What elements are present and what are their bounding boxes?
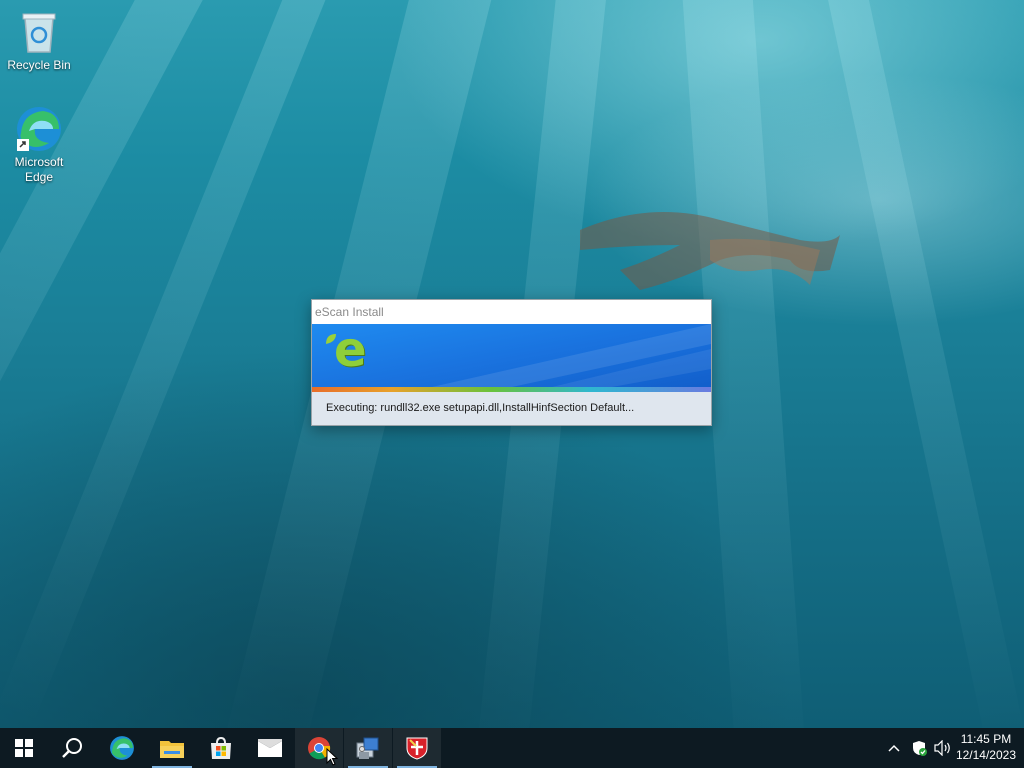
taskbar-mail-button[interactable]: [246, 728, 294, 768]
windows-security-icon: [913, 741, 927, 756]
clock-date: 12/14/2023: [955, 748, 1016, 762]
microsoft-edge-shortcut[interactable]: Microsoft Edge: [3, 105, 75, 185]
taskbar-chrome-button[interactable]: [295, 728, 343, 768]
chevron-up-icon: [888, 744, 900, 752]
escan-logo: e: [324, 324, 384, 382]
taskbar-edge-button[interactable]: [98, 728, 146, 768]
recycle-bin-shortcut[interactable]: Recycle Bin: [3, 8, 75, 73]
mail-icon: [258, 739, 282, 757]
escan-logo-text: e: [334, 324, 367, 378]
recycle-bin-icon: [22, 13, 56, 53]
taskbar-file-explorer-button[interactable]: [148, 728, 196, 768]
window-title: eScan Install: [312, 300, 711, 324]
taskbar-store-button[interactable]: [197, 728, 245, 768]
tray-security-button[interactable]: [908, 728, 930, 768]
store-icon: [211, 736, 231, 759]
taskbar-installer-button[interactable]: [344, 728, 392, 768]
file-explorer-icon: [160, 741, 184, 758]
wallpaper-swimmer: [580, 212, 840, 290]
escan-shield-icon: [406, 737, 428, 760]
escan-install-window[interactable]: eScan Install e Executing: rundll32.exe …: [311, 299, 712, 426]
tray-overflow-button[interactable]: [884, 728, 904, 768]
taskbar-escan-button[interactable]: [393, 728, 441, 768]
taskbar-clock[interactable]: 11:45 PM 12/14/2023: [956, 731, 1016, 763]
install-status-text: Executing: rundll32.exe setupapi.dll,Ins…: [312, 392, 711, 425]
windows-start-icon: [15, 739, 33, 757]
edge-icon: [110, 736, 134, 760]
recycle-bin-label: Recycle Bin: [7, 58, 71, 72]
tray-volume-button[interactable]: [932, 728, 954, 768]
clock-time: 11:45 PM: [960, 732, 1012, 746]
show-desktop-button[interactable]: [1020, 728, 1024, 768]
search-icon: [62, 738, 82, 758]
taskbar: 11:45 PM 12/14/2023: [0, 728, 1024, 768]
edge-icon: [17, 107, 61, 151]
volume-icon: [934, 740, 950, 756]
mouse-cursor-icon: [326, 748, 338, 766]
start-button[interactable]: [0, 728, 48, 768]
search-button[interactable]: [48, 728, 96, 768]
installer-icon: [356, 737, 379, 759]
microsoft-edge-label: Microsoft Edge: [14, 155, 64, 184]
escan-banner: e: [312, 324, 711, 387]
